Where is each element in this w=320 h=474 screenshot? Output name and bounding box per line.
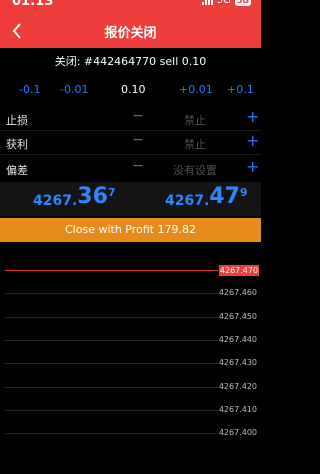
- stop-loss-plus-button[interactable]: +: [246, 107, 259, 126]
- divider: [0, 154, 261, 155]
- volume-minus-1-button[interactable]: -0.1: [19, 83, 40, 96]
- price-level-line: [5, 386, 218, 388]
- price-panel: 4267. 36 7 4267. 47 9: [0, 182, 261, 216]
- take-profit-minus-button[interactable]: −: [132, 132, 144, 148]
- network-label: 5G: [216, 0, 231, 6]
- volume-value[interactable]: 0.10: [121, 83, 146, 96]
- deviation-plus-button[interactable]: +: [246, 157, 259, 176]
- volume-plus-01-button[interactable]: +0.01: [179, 83, 213, 96]
- bid-price-big: 36: [77, 184, 108, 209]
- ask-price-base: 4267.: [165, 193, 210, 209]
- take-profit-field[interactable]: 禁止: [150, 136, 240, 152]
- price-level-line: [5, 363, 218, 365]
- bid-price: 4267. 36 7: [33, 184, 116, 209]
- current-price-line: [5, 270, 218, 271]
- ask-price-big: 47: [209, 184, 240, 209]
- price-level-line: [5, 339, 218, 341]
- price-level-label: 4267.410: [218, 404, 257, 414]
- header-bar: 01:13 5G 5G 报价关闭: [0, 0, 261, 48]
- network-badge: 5G: [234, 0, 251, 6]
- volume-row: -0.1 -0.01 0.10 +0.01 +0.1: [0, 80, 261, 100]
- volume-minus-01-button[interactable]: -0.01: [60, 83, 88, 96]
- price-level-label: 4267.460: [218, 288, 257, 298]
- take-profit-row: 获利 − 禁止 +: [0, 131, 261, 155]
- signal-icon: [201, 0, 213, 5]
- deviation-row: 偏差 − 没有设置 +: [0, 157, 261, 181]
- ask-price-sup: 9: [239, 186, 248, 199]
- current-price-label: 4267.470: [219, 265, 259, 276]
- tick-chart: 4267.470 4267.460 4267.450 4267.440 4267.430…: [0, 250, 261, 474]
- close-with-profit-button[interactable]: Close with Profit 179.82: [0, 218, 261, 242]
- bid-price-base: 4267.: [33, 193, 78, 209]
- stop-loss-field[interactable]: 禁止: [150, 112, 240, 128]
- price-level-line: [5, 316, 218, 318]
- take-profit-label: 获利: [6, 138, 28, 151]
- take-profit-plus-button[interactable]: +: [246, 131, 259, 150]
- price-level-label: 4267.450: [218, 311, 257, 321]
- deviation-minus-button[interactable]: −: [132, 158, 144, 174]
- stop-loss-minus-button[interactable]: −: [132, 108, 144, 124]
- ask-price: 4267. 47 9: [165, 184, 248, 209]
- deviation-field[interactable]: 没有设置: [150, 162, 240, 178]
- price-level-line: [5, 293, 218, 295]
- price-level-label: 4267.420: [218, 381, 257, 391]
- price-level-line: [5, 433, 218, 435]
- status-time: 01:13: [12, 0, 54, 9]
- stop-loss-label: 止损: [6, 114, 28, 127]
- deviation-label: 偏差: [6, 164, 28, 177]
- status-indicators: 5G 5G: [201, 0, 251, 6]
- close-order-screen: 01:13 5G 5G 报价关闭 关闭: #442464770 sell 0.1…: [0, 0, 261, 474]
- price-level-label: 4267.440: [218, 334, 257, 344]
- price-level-label: 4267.430: [218, 358, 257, 368]
- bid-price-sup: 7: [107, 186, 116, 199]
- volume-plus-1-button[interactable]: +0.1: [227, 83, 254, 96]
- stop-loss-row: 止损 − 禁止 +: [0, 107, 261, 131]
- order-info: 关闭: #442464770 sell 0.10: [54, 55, 207, 68]
- price-level-label: 4267.400: [218, 428, 257, 438]
- page-title: 报价关闭: [104, 26, 157, 41]
- price-level-line: [5, 409, 218, 411]
